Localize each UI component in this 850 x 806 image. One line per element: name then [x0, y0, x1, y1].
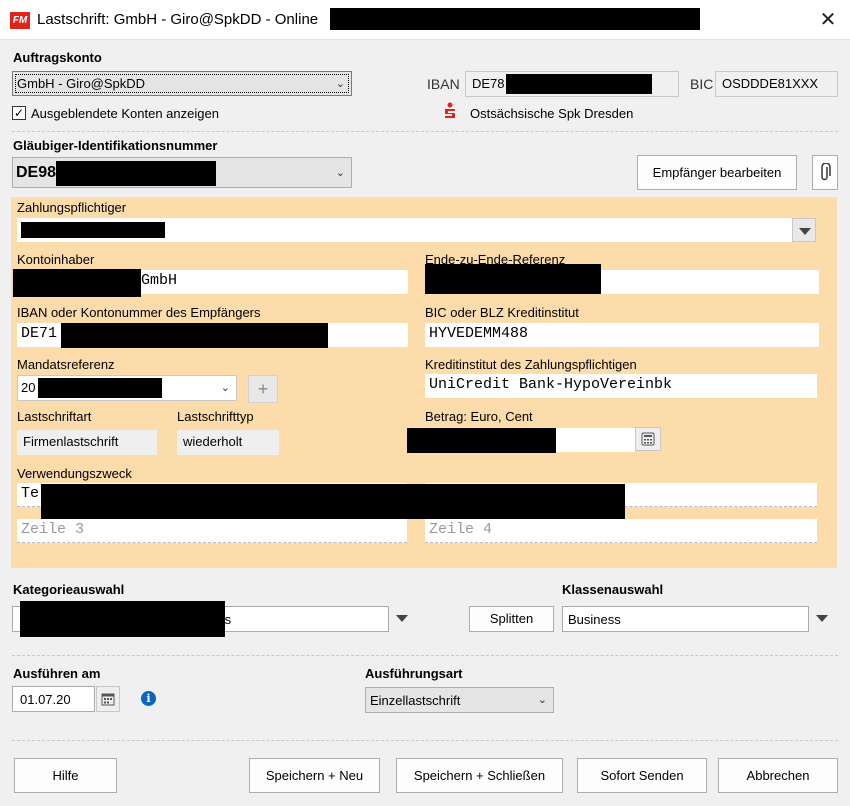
redacted-block — [56, 161, 216, 186]
calculator-icon[interactable] — [635, 427, 661, 451]
lastschrifttyp-value: wiederholt — [177, 430, 279, 455]
iban-empf-label: IBAN oder Kontonummer des Empfängers — [17, 305, 261, 320]
bic-label: BIC — [690, 76, 714, 92]
verwendungszweck-label: Verwendungszweck — [17, 466, 132, 481]
redacted-block — [20, 601, 225, 637]
klassen-heading: Klassenauswahl — [562, 582, 664, 597]
divider — [12, 131, 838, 132]
chevron-down-icon: ⌄ — [335, 77, 345, 90]
zeile4-field[interactable]: Zeile 4 — [425, 519, 817, 543]
bic-empf-value: HYVEDEMM488 — [429, 325, 529, 342]
zahlungspflichtiger-field[interactable] — [17, 218, 799, 242]
bic-value: OSDDDE81XXX — [722, 76, 819, 91]
show-hidden-label: Ausgeblendete Konten anzeigen — [31, 106, 219, 121]
redacted-block — [506, 74, 652, 94]
add-mandate-button[interactable]: + — [248, 375, 278, 403]
save-new-button[interactable]: Speichern + Neu — [249, 758, 380, 793]
chevron-down-icon: ⌄ — [220, 382, 230, 394]
date-field[interactable]: 01.07.20 — [12, 686, 95, 712]
zahlungspflichtiger-dropdown-button[interactable] — [792, 218, 816, 242]
kreditinstitut-field[interactable]: UniCredit Bank-HypoVereinbk — [425, 374, 817, 398]
divider — [12, 655, 838, 656]
bic-empf-field[interactable]: HYVEDEMM488 — [425, 323, 819, 347]
redacted-block — [407, 428, 556, 453]
iban-value: DE78 — [472, 76, 505, 91]
split-button[interactable]: Splitten — [469, 606, 554, 632]
send-now-button[interactable]: Sofort Senden — [577, 758, 707, 793]
date-value: 01.07.20 — [20, 692, 71, 707]
iban-label: IBAN — [427, 76, 460, 92]
glaeubiger-value: DE98 — [16, 164, 57, 181]
chevron-down-icon: ⌄ — [537, 694, 547, 706]
kategorie-heading: Kategorieauswahl — [13, 582, 125, 597]
window-title: Lastschrift: GmbH - Giro@SpkDD - Online — [37, 11, 319, 28]
divider — [12, 740, 838, 741]
zeile1-value: Te — [21, 485, 40, 502]
klassen-field[interactable]: Business — [562, 606, 809, 632]
bic-field: OSDDDE81XXX — [715, 71, 838, 97]
iban-empf-value: DE71 — [21, 325, 58, 342]
zeile3-field[interactable]: Zeile 3 — [17, 519, 407, 543]
klassen-dropdown-button[interactable] — [810, 606, 834, 632]
glaeubiger-heading: Gläubiger-Identifikationsnummer — [13, 138, 218, 153]
zeile3-placeholder: Zeile 3 — [21, 521, 85, 538]
sparkasse-icon — [443, 102, 457, 118]
paperclip-icon[interactable] — [812, 155, 838, 190]
help-button[interactable]: Hilfe — [14, 758, 117, 793]
glaeubiger-select[interactable]: DE98 ⌄ — [12, 157, 352, 188]
redacted-block — [330, 8, 700, 30]
mandat-label: Mandatsreferenz — [17, 357, 115, 372]
redacted-block — [13, 269, 141, 297]
kontoinhaber-label: Kontoinhaber — [17, 252, 95, 267]
edit-recipient-button[interactable]: Empfänger bearbeiten — [637, 155, 797, 190]
auftragskonto-value: GmbH - Giro@SpkDD — [17, 76, 146, 91]
redacted-block — [41, 484, 625, 519]
ausfuehrungsart-select[interactable]: Einzellastschrift ⌄ — [365, 687, 554, 713]
ausfuehrungsart-value: Einzellastschrift — [370, 693, 461, 708]
kreditinstitut-value: UniCredit Bank-HypoVereinbk — [429, 376, 673, 393]
title-bar: FM Lastschrift: GmbH - Giro@SpkDD - Onli… — [0, 0, 850, 40]
cancel-button[interactable]: Abbrechen — [718, 758, 838, 793]
lastschrifttyp-label: Lastschrifttyp — [177, 409, 254, 424]
close-icon[interactable]: ✕ — [812, 6, 844, 34]
zeile4-placeholder: Zeile 4 — [429, 521, 493, 538]
kategorie-dropdown-button[interactable] — [390, 606, 414, 632]
info-icon[interactable]: i — [141, 691, 156, 706]
chevron-down-icon: ⌄ — [335, 166, 345, 179]
bic-empf-label: BIC oder BLZ Kreditinstitut — [425, 305, 579, 320]
auftragskonto-heading: Auftragskonto — [13, 50, 102, 65]
zahlungspflichtiger-label: Zahlungspflichtiger — [17, 200, 127, 215]
auftragskonto-select[interactable]: GmbH - Giro@SpkDD ⌄ — [12, 71, 352, 96]
lastschriftart-label: Lastschriftart — [17, 409, 92, 424]
ausfuehrungsart-heading: Ausführungsart — [365, 666, 463, 681]
mandat-value: 20 — [21, 380, 36, 395]
kontoinhaber-value: GmbH — [141, 272, 178, 289]
redacted-block — [425, 264, 601, 294]
betrag-label: Betrag: Euro, Cent — [425, 409, 533, 424]
bank-name: Ostsächsische Spk Dresden — [470, 106, 634, 121]
redacted-block — [38, 378, 162, 398]
iban-field: DE78 — [465, 71, 679, 97]
show-hidden-checkbox[interactable]: ✓ — [12, 106, 26, 120]
klassen-value: Business — [568, 612, 621, 627]
save-close-button[interactable]: Speichern + Schließen — [396, 758, 563, 793]
kreditinstitut-label: Kreditinstitut des Zahlungspflichtigen — [425, 357, 637, 372]
debit-form-panel: Zahlungspflichtiger Kontoinhaber GmbH En… — [11, 197, 837, 568]
redacted-block — [21, 222, 165, 238]
lastschriftart-value: Firmenlastschrift — [17, 430, 157, 455]
ausfuehren-heading: Ausführen am — [13, 666, 101, 681]
redacted-block — [61, 323, 328, 348]
mandat-select[interactable]: 20 ⌄ — [17, 375, 237, 401]
calendar-icon[interactable] — [96, 686, 120, 712]
app-icon: FM — [10, 12, 30, 29]
